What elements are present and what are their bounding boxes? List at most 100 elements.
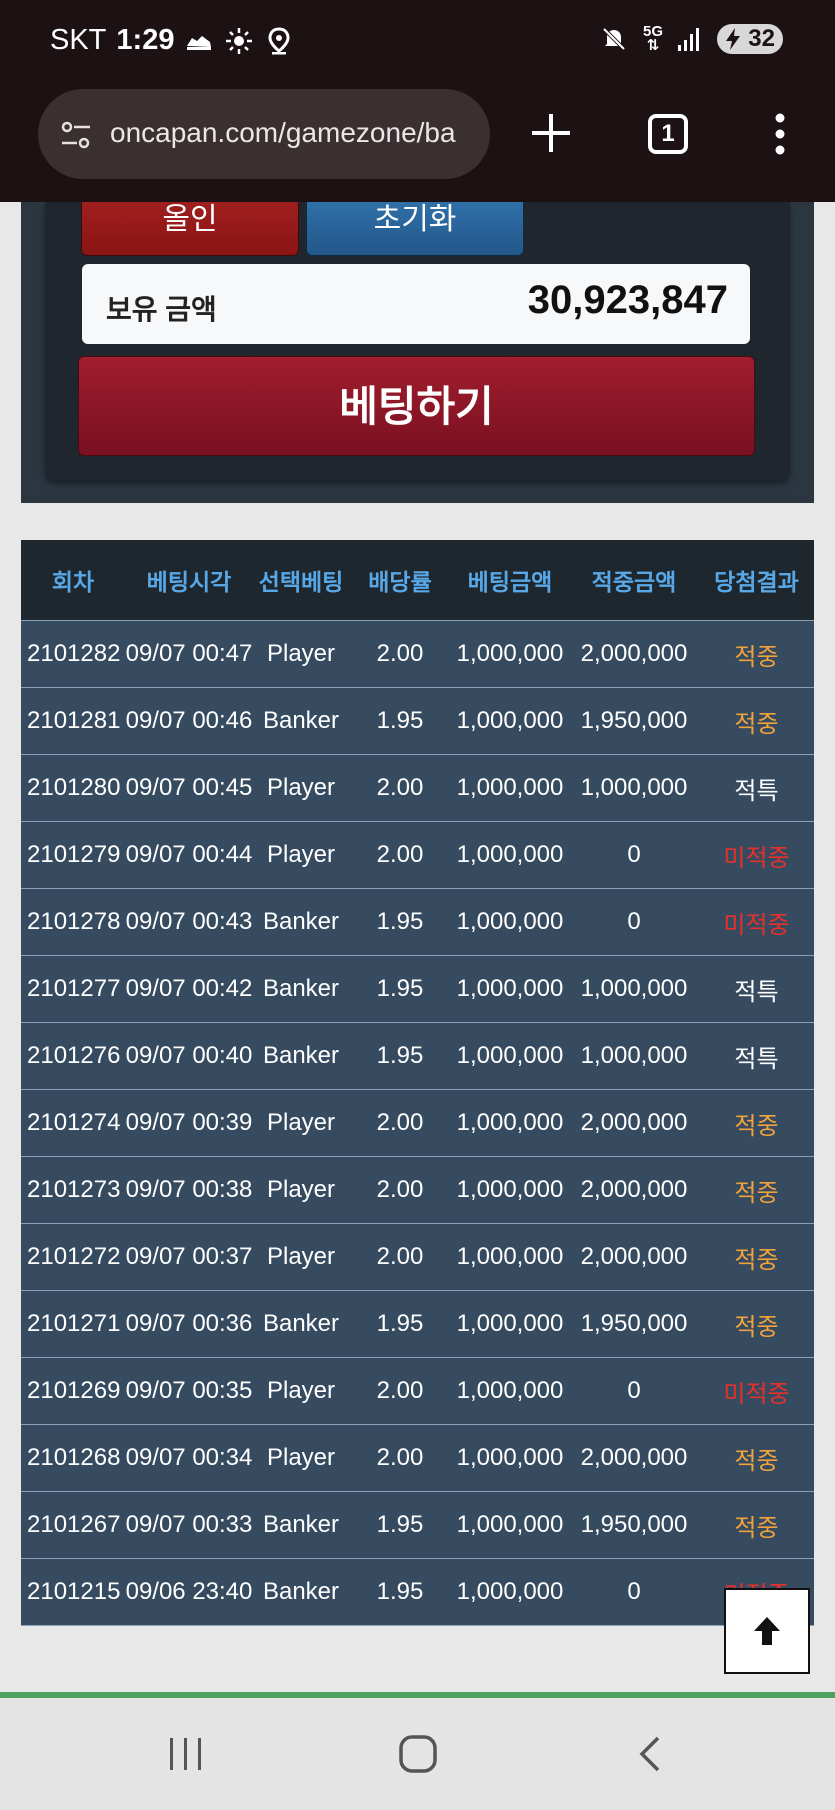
cell-bet-amount: 1,000,000 [451,1357,569,1425]
clock: 1:29 [116,24,175,56]
location-icon [268,26,290,54]
cell-round: 2101277 [21,955,125,1023]
cell-win-amount: 0 [569,1357,699,1425]
cell-bet-amount: 1,000,000 [451,955,569,1023]
cell-round: 2101271 [21,1290,125,1358]
cell-bet-time: 09/06 23:40 [125,1558,253,1625]
table-row: 2101281 09/07 00:46 Banker 1.95 1,000,000 1,9… [21,687,814,755]
tab-switcher-icon[interactable]: 1 [648,114,688,154]
place-bet-button[interactable]: 베팅하기 [78,356,755,456]
url-text[interactable]: oncapan.com/gamezone/ba [110,117,456,149]
cell-win-amount: 1,000,000 [569,1022,699,1090]
cell-result: 적중 [699,1156,814,1224]
table-row: 2101276 09/07 00:40 Banker 1.95 1,000,000 1,0… [21,1022,814,1090]
balance-label: 보유 금액 [106,294,217,325]
cell-bet-amount: 1,000,000 [451,1022,569,1090]
cell-bet-time: 09/07 00:46 [125,687,253,755]
cell-result: 적중 [699,1424,814,1492]
table-row: 2101279 09/07 00:44 Player 2.00 1,000,000 0 미적… [21,821,814,889]
arrow-up-icon [754,1617,780,1645]
cell-bet-amount: 1,000,000 [451,821,569,889]
cell-result: 적중 [699,620,814,688]
cell-bet-amount: 1,000,000 [451,1491,569,1559]
cell-round: 2101278 [21,888,125,956]
header-round: 회차 [21,540,125,621]
table-row: 2101280 09/07 00:45 Player 2.00 1,000,000 1,0… [21,754,814,822]
scroll-top-button[interactable] [724,1588,810,1674]
table-body: 2101282 09/07 00:47 Player 2.00 1,000,000 2,0… [21,620,814,1625]
cell-bet-amount: 1,000,000 [451,1223,569,1291]
cell-odds: 1.95 [349,687,451,755]
cell-result: 적특 [699,1022,814,1090]
cell-odds: 2.00 [349,1089,451,1157]
charging-bolt-icon [726,28,740,50]
site-settings-icon[interactable] [58,117,94,153]
cell-bet-time: 09/07 00:40 [125,1022,253,1090]
cell-win-amount: 0 [569,821,699,889]
back-icon[interactable] [630,1732,674,1776]
cell-pick: Player [253,821,349,889]
cell-bet-time: 09/07 00:38 [125,1156,253,1224]
cell-bet-amount: 1,000,000 [451,1290,569,1358]
home-icon[interactable] [396,1732,440,1776]
cell-round: 2101274 [21,1089,125,1157]
table-row: 2101267 09/07 00:33 Banker 1.95 1,000,000 1,9… [21,1491,814,1559]
cell-win-amount: 1,950,000 [569,687,699,755]
cell-bet-amount: 1,000,000 [451,687,569,755]
cell-bet-time: 09/07 00:44 [125,821,253,889]
recent-apps-icon[interactable] [164,1732,208,1776]
cell-pick: Player [253,754,349,822]
cell-pick: Player [253,1089,349,1157]
cell-pick: Banker [253,955,349,1023]
battery-icon: 32 [717,24,783,54]
network-5g-icon: 5G ⇅ [642,23,663,54]
status-left: SKT 1:29 [50,24,294,57]
sneaker-icon [187,35,212,50]
header-pick: 선택베팅 [253,540,349,621]
cell-round: 2101280 [21,754,125,822]
cell-odds: 2.00 [349,1156,451,1224]
cell-round: 2101267 [21,1491,125,1559]
status-right: 5G ⇅ 32 [599,24,783,54]
cell-win-amount: 2,000,000 [569,1089,699,1157]
cell-bet-amount: 1,000,000 [451,754,569,822]
cell-round: 2101281 [21,687,125,755]
plus-icon[interactable] [528,110,574,156]
cell-win-amount: 1,950,000 [569,1491,699,1559]
balance-value: 30,923,847 [527,278,728,322]
cell-win-amount: 2,000,000 [569,620,699,688]
address-bar[interactable]: oncapan.com/gamezone/ba [38,89,490,179]
carrier-label: SKT [50,24,107,56]
balance-box: 보유 금액 30,923,847 [82,264,750,344]
cell-odds: 1.95 [349,955,451,1023]
cell-round: 2101272 [21,1223,125,1291]
all-in-button[interactable]: 올인 [81,202,299,256]
table-row: 2101273 09/07 00:38 Player 2.00 1,000,000 2,0… [21,1156,814,1224]
cell-win-amount: 2,000,000 [569,1424,699,1492]
cell-result: 적중 [699,1491,814,1559]
cell-odds: 2.00 [349,1424,451,1492]
cell-pick: Banker [253,687,349,755]
tab-count: 1 [661,120,675,147]
header-result: 당첨결과 [699,540,814,621]
cell-odds: 2.00 [349,754,451,822]
cell-odds: 2.00 [349,1223,451,1291]
cell-win-amount: 0 [569,1558,699,1625]
cell-bet-amount: 1,000,000 [451,1424,569,1492]
cell-round: 2101279 [21,821,125,889]
cell-pick: Player [253,1156,349,1224]
cell-pick: Banker [253,888,349,956]
table-header-row: 회차 베팅시각 선택베팅 배당률 베팅금액 적중금액 당첨결과 [21,540,814,621]
status-bar: SKT 1:29 5G ⇅ 32 [0,0,835,86]
table-row: 2101282 09/07 00:47 Player 2.00 1,000,000 2,0… [21,620,814,688]
cell-win-amount: 0 [569,888,699,956]
cell-result: 미적중 [699,1357,814,1425]
cell-pick: Player [253,1223,349,1291]
reset-button[interactable]: 초기화 [306,202,524,256]
browser-toolbar: oncapan.com/gamezone/ba 1 [0,86,835,202]
more-vert-icon[interactable] [770,110,790,158]
cell-round: 2101269 [21,1357,125,1425]
bet-history-table: 회차 베팅시각 선택베팅 배당률 베팅금액 적중금액 당첨결과 2101282 0… [21,540,814,1626]
table-row: 2101269 09/07 00:35 Player 2.00 1,000,000 0 미적… [21,1357,814,1425]
cell-bet-time: 09/07 00:47 [125,620,253,688]
